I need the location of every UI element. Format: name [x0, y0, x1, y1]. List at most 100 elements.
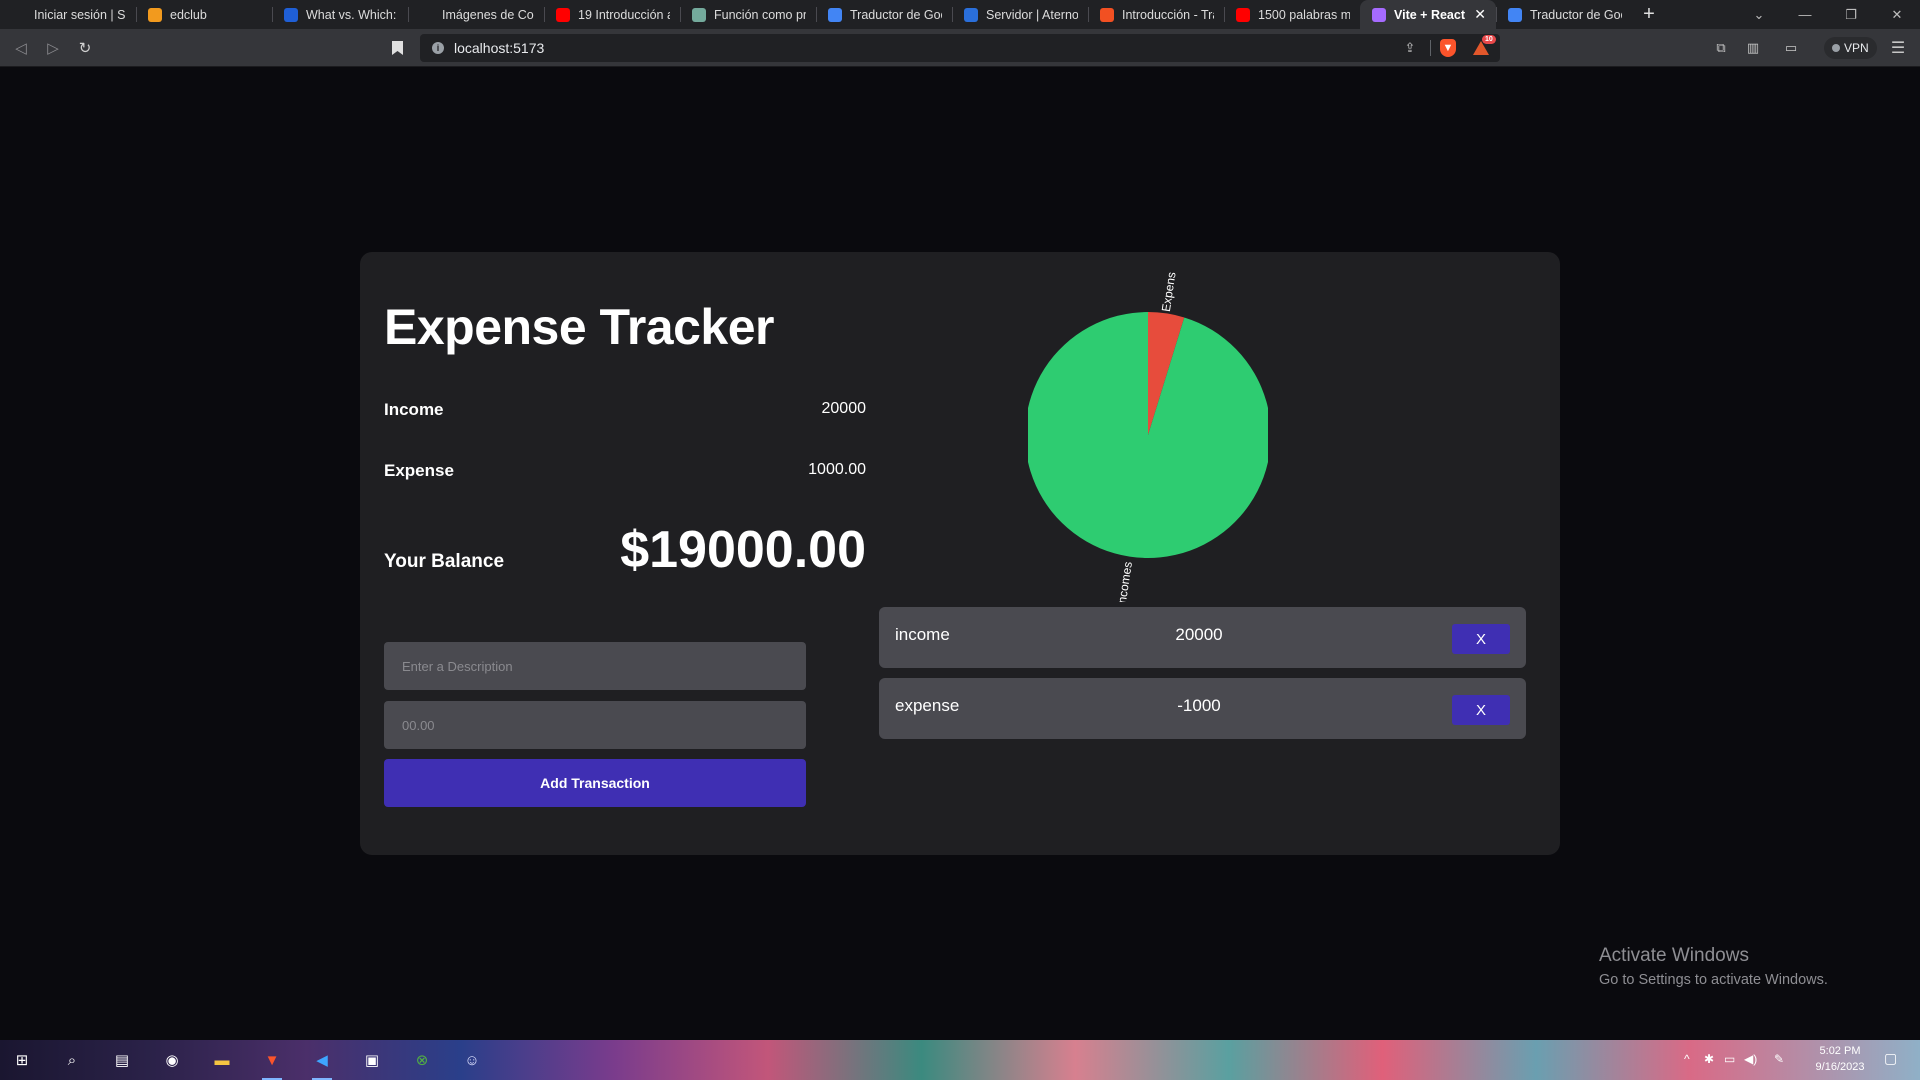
vpn-button[interactable]: VPN: [1824, 37, 1877, 59]
tray-chevron-icon[interactable]: ^: [1684, 1052, 1690, 1066]
volume-icon[interactable]: ◀): [1744, 1052, 1757, 1066]
browser-tab-strip: Iniciar sesión | Skill edclub What vs. Whi…: [0, 0, 1920, 29]
file-manager-icon[interactable]: ▤: [110, 1048, 134, 1072]
extensions-icon[interactable]: ⧉: [1711, 38, 1731, 58]
delete-transaction-button[interactable]: X: [1452, 695, 1510, 725]
transaction-amount: -1000: [1177, 696, 1221, 715]
search-icon[interactable]: ⌕: [60, 1048, 84, 1072]
discord-icon[interactable]: ☺: [460, 1048, 484, 1072]
description-input[interactable]: [384, 642, 806, 690]
youtube-icon: [556, 7, 570, 22]
forward-icon[interactable]: ▷: [43, 38, 63, 58]
income-label: Income: [384, 400, 444, 419]
tab-label: What vs. Which: Le: [306, 7, 398, 22]
browser-tab[interactable]: Imágenes de Comi: [408, 0, 544, 29]
obs-icon[interactable]: ◉: [160, 1048, 184, 1072]
expense-label: Expense: [384, 461, 454, 480]
vpn-label: VPN: [1844, 41, 1869, 55]
amount-input[interactable]: [384, 701, 806, 749]
file-explorer-icon[interactable]: ▬: [210, 1048, 234, 1072]
close-window-button[interactable]: ✕: [1874, 0, 1920, 29]
expense-tracker-card: Expense Tracker Income 20000 Expense 100…: [360, 252, 1560, 855]
browser-tab[interactable]: Servidor | Aternos: [952, 0, 1088, 29]
share-icon[interactable]: ⇪: [1400, 38, 1420, 58]
tray-app-icon[interactable]: ✱: [1704, 1052, 1714, 1066]
vpn-status-icon: [1832, 44, 1840, 52]
transaction-description: income: [895, 625, 950, 644]
browser-tab[interactable]: Traductor de Goog: [816, 0, 952, 29]
vite-icon: [1372, 7, 1386, 22]
transaction-row: income 20000 X: [879, 607, 1526, 668]
reload-icon[interactable]: ↻: [75, 38, 95, 58]
windows-taskbar: ⊞ ⌕ ▤ ◉ ▬ ▼ ◀ ▣ ⊗ ☺ ^ ✱ ▭ ◀) ✎ 5:02 PM 9…: [0, 1040, 1920, 1080]
tab-label: Función como pro: [714, 7, 806, 22]
delete-transaction-button[interactable]: X: [1452, 624, 1510, 654]
taskbar-clock[interactable]: 5:02 PM 9/16/2023: [1800, 1043, 1880, 1075]
network-icon[interactable]: ▭: [1724, 1052, 1735, 1066]
minimize-window-button[interactable]: —: [1782, 0, 1828, 29]
browser-tab[interactable]: Vite + React ✕: [1360, 0, 1496, 29]
tab-label: edclub: [170, 7, 207, 22]
brave-browser-icon[interactable]: ▼: [260, 1048, 284, 1080]
menu-icon[interactable]: ☰: [1888, 38, 1908, 58]
tab-label: Traductor de Goog: [850, 7, 942, 22]
transaction-row: expense -1000 X: [879, 678, 1526, 739]
chatgpt-icon: [692, 7, 706, 22]
blank-icon: [420, 7, 434, 22]
youtube-icon: [1236, 7, 1250, 22]
new-tab-button[interactable]: +: [1632, 0, 1666, 29]
browser-tab[interactable]: 1500 palabras más: [1224, 0, 1360, 29]
brave-shields-icon[interactable]: ▼: [1440, 39, 1456, 57]
pie-slice-incomes[interactable]: [1025, 312, 1271, 558]
tab-label: Traductor de Goog: [1530, 7, 1622, 22]
restore-window-button[interactable]: ❐: [1828, 0, 1874, 29]
pie-chart-svg: Expenses Incomes: [1025, 258, 1271, 608]
pie-chart: Expenses Incomes: [1025, 258, 1271, 608]
address-url[interactable]: localhost:5173: [454, 40, 544, 56]
google-translate-icon: [1508, 7, 1522, 22]
browser-tab[interactable]: 19 Introducción a: [544, 0, 680, 29]
income-value: 20000: [821, 400, 867, 417]
browser-tab[interactable]: Iniciar sesión | Skill: [0, 0, 136, 29]
sidebar-icon[interactable]: ▥: [1743, 38, 1763, 58]
pie-label-expenses: Expenses: [1159, 272, 1181, 313]
address-bar[interactable]: i localhost:5173 ⇪ ▼: [420, 34, 1500, 62]
add-transaction-button[interactable]: Add Transaction: [384, 759, 806, 807]
browser-tab[interactable]: Introducción - Trai: [1088, 0, 1224, 29]
activate-windows-subtitle: Go to Settings to activate Windows.: [1599, 972, 1828, 988]
site-info-icon[interactable]: i: [432, 42, 444, 54]
browser-tab[interactable]: What vs. Which: Le: [272, 0, 408, 29]
omnibox-divider: [1430, 40, 1431, 56]
aternos-icon: [964, 7, 978, 22]
bookmark-icon[interactable]: [387, 38, 407, 58]
tab-label: Vite + React: [1394, 7, 1465, 22]
tab-search-chevron-icon[interactable]: ⌄: [1736, 0, 1782, 29]
c-icon: [284, 7, 298, 22]
notifications-icon[interactable]: ▢: [1884, 1050, 1904, 1070]
clock-date: 9/16/2023: [1815, 1061, 1865, 1073]
tab-label: Introducción - Trai: [1122, 7, 1214, 22]
xbox-icon[interactable]: ⊗: [410, 1048, 434, 1072]
close-tab-icon[interactable]: ✕: [1474, 6, 1486, 23]
clock-time: 5:02 PM: [1819, 1045, 1861, 1057]
wallet-icon[interactable]: ▭: [1781, 38, 1801, 58]
terminal-icon[interactable]: ▣: [360, 1048, 384, 1072]
edclub-icon: [148, 7, 162, 22]
page-title: Expense Tracker: [384, 299, 775, 355]
google-translate-icon: [828, 7, 842, 22]
brave-rewards-icon[interactable]: 10: [1473, 35, 1496, 58]
browser-tab[interactable]: Traductor de Goog: [1496, 0, 1632, 29]
pen-icon[interactable]: ✎: [1774, 1052, 1784, 1066]
balance-value: $19000.00: [620, 521, 866, 579]
browser-tab[interactable]: edclub: [136, 0, 272, 29]
windows-start-icon[interactable]: ⊞: [10, 1048, 34, 1072]
browser-tab[interactable]: Función como pro: [680, 0, 816, 29]
tab-label: 1500 palabras más: [1258, 7, 1350, 22]
skillshare-icon: [12, 7, 26, 22]
browser-toolbar: ◁ ▷ ↻ i localhost:5173 ⇪ ▼ 10 ⧉ ▥ ▭ VPN …: [0, 29, 1920, 67]
vscode-icon[interactable]: ◀: [310, 1048, 334, 1080]
back-icon[interactable]: ◁: [11, 38, 31, 58]
expense-value: 1000.00: [808, 461, 866, 478]
microsoft-icon: [1100, 7, 1114, 22]
tab-label: Servidor | Aternos: [986, 7, 1078, 22]
